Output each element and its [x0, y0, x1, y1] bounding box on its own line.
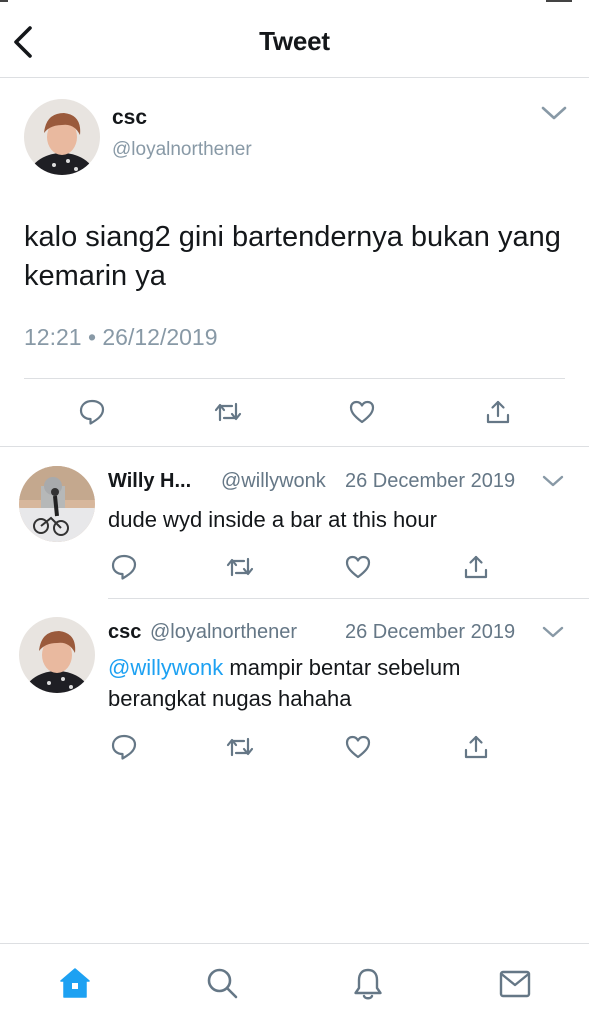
- reply-icon: [79, 399, 105, 425]
- reply-icon: [111, 734, 137, 760]
- tab-messages[interactable]: [498, 968, 532, 1005]
- like-button[interactable]: [344, 733, 372, 766]
- reply-menu-button[interactable]: [541, 473, 565, 494]
- retweet-icon: [226, 737, 254, 757]
- reply-avatar[interactable]: [19, 466, 95, 542]
- share-icon: [486, 400, 510, 424]
- reply-button[interactable]: [110, 733, 138, 766]
- search-icon: [207, 968, 238, 999]
- chevron-down-icon: [541, 106, 567, 120]
- reply-body: dude wyd inside a bar at this hour: [108, 507, 437, 532]
- reply-date: 26 December 2019: [345, 470, 516, 492]
- reply-author-name[interactable]: csc: [108, 621, 141, 644]
- retweet-icon: [214, 402, 242, 422]
- battery-icon: [546, 0, 572, 2]
- reply-text: @willywonk mampir bentar sebelum berangk…: [108, 652, 528, 714]
- share-icon: [464, 555, 488, 579]
- share-button[interactable]: [484, 398, 512, 431]
- messages-icon: [499, 970, 531, 998]
- reply-icon: [111, 554, 137, 580]
- header-divider: [0, 77, 589, 78]
- tweet-divider: [24, 378, 565, 379]
- tab-search[interactable]: [205, 966, 239, 1005]
- like-icon: [345, 555, 371, 579]
- retweet-button[interactable]: [225, 553, 255, 586]
- home-icon: [60, 968, 90, 998]
- chevron-down-icon: [542, 475, 564, 487]
- reply-menu-button[interactable]: [541, 624, 565, 645]
- reply-mention[interactable]: @willywonk: [108, 655, 223, 680]
- reply-author-handle[interactable]: @willywonk: [221, 470, 326, 493]
- like-button[interactable]: [348, 398, 376, 431]
- status-bar-edge: [0, 0, 8, 2]
- like-icon: [349, 400, 375, 424]
- like-icon: [345, 735, 371, 759]
- tweet-menu-button[interactable]: [540, 103, 568, 128]
- reply-avatar[interactable]: [19, 617, 95, 693]
- author-name[interactable]: csc: [112, 106, 147, 130]
- thread-divider: [0, 446, 589, 447]
- retweet-button[interactable]: [213, 398, 243, 431]
- tweet-text: kalo siang2 gini bartendernya bukan yang…: [24, 221, 561, 292]
- reply-divider: [108, 598, 589, 599]
- reply-author-handle[interactable]: @loyalnorthener: [150, 621, 297, 644]
- retweet-icon: [226, 557, 254, 577]
- tabbar-divider: [0, 943, 589, 944]
- reply-author-name[interactable]: Willy H...: [108, 470, 191, 493]
- page-title: Tweet: [259, 26, 330, 56]
- chevron-down-icon: [542, 626, 564, 638]
- tab-notifications[interactable]: [351, 966, 385, 1007]
- reply-button[interactable]: [78, 398, 106, 431]
- avatar[interactable]: [24, 99, 100, 175]
- author-handle[interactable]: @loyalnorthener: [112, 139, 252, 161]
- notifications-icon: [354, 968, 382, 1000]
- share-icon: [464, 735, 488, 759]
- tab-home[interactable]: [58, 966, 92, 1005]
- reply-button[interactable]: [110, 553, 138, 586]
- reply-text: dude wyd inside a bar at this hour: [108, 504, 548, 535]
- retweet-button[interactable]: [225, 733, 255, 766]
- share-button[interactable]: [462, 733, 490, 766]
- reply-date: 26 December 2019: [345, 621, 516, 643]
- like-button[interactable]: [344, 553, 372, 586]
- tweet-timestamp: 12:21 • 26/12/2019: [24, 324, 218, 350]
- share-button[interactable]: [462, 553, 490, 586]
